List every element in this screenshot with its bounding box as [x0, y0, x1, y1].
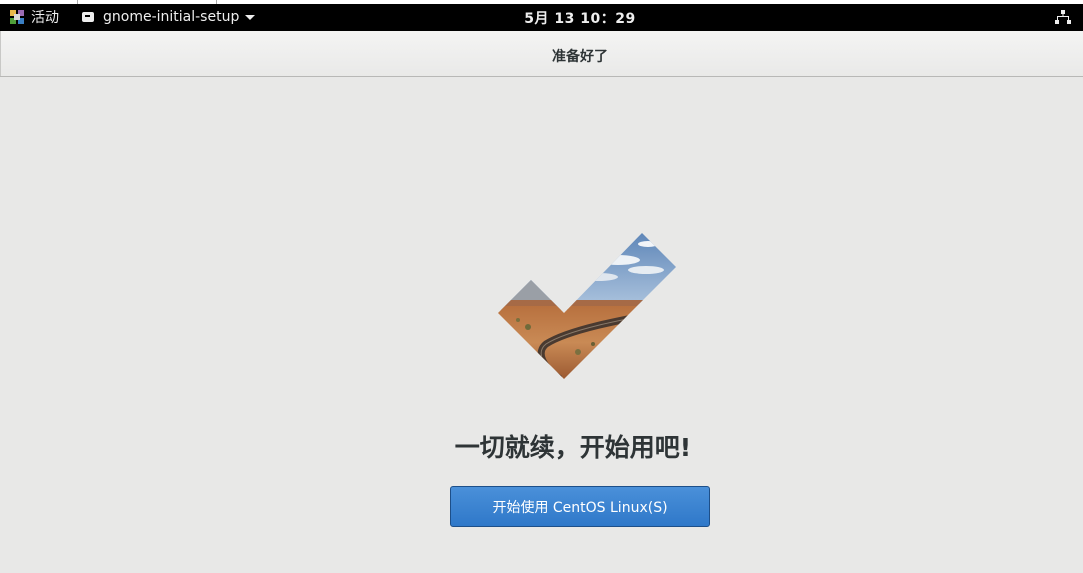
- clock[interactable]: 5月 13 10：29: [0, 8, 1083, 28]
- network-wired-icon[interactable]: [1055, 10, 1071, 24]
- checkmark-landscape-icon: [498, 233, 676, 379]
- start-using-button[interactable]: 开始使用 CentOS Linux(S): [450, 486, 710, 527]
- window-strip: [0, 0, 1083, 4]
- ready-headline: 一切就续，开始用吧!: [454, 433, 692, 462]
- window-tab-outline: [77, 0, 217, 4]
- header-bar: 准备好了: [0, 31, 1083, 77]
- start-button-label: 开始使用 CentOS Linux(S): [492, 499, 668, 516]
- page-title: 准备好了: [552, 49, 608, 65]
- top-panel: 活动 gnome-initial-setup 5月 13 10：29: [0, 0, 1083, 31]
